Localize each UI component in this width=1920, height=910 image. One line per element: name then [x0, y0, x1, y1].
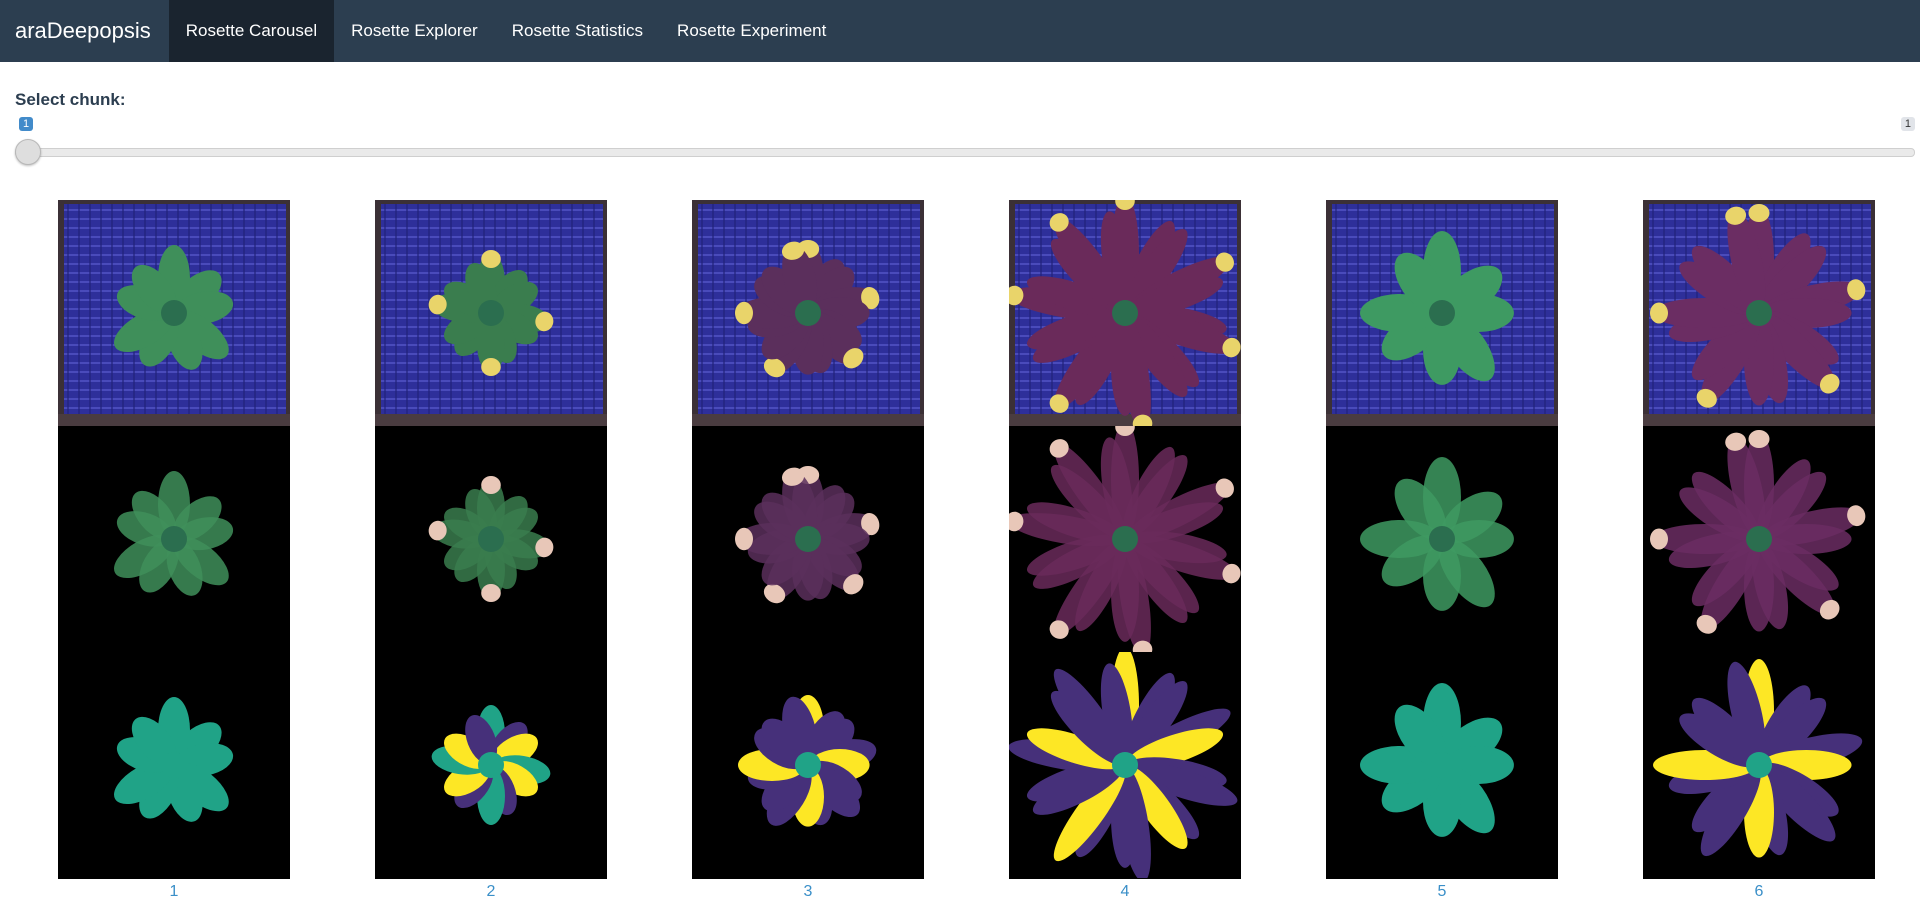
- tab-rosette-explorer[interactable]: Rosette Explorer: [334, 0, 495, 62]
- slider-track[interactable]: [15, 148, 1915, 157]
- rosette-photo: [1326, 200, 1558, 426]
- tab-rosette-carousel[interactable]: Rosette Carousel: [168, 0, 335, 62]
- mask-svg: [1009, 652, 1238, 878]
- photo-svg: [58, 200, 290, 426]
- photo-svg: [1009, 200, 1241, 426]
- carousel-item-label[interactable]: 2: [375, 883, 607, 901]
- carousel-item-label[interactable]: 3: [692, 883, 924, 901]
- rosette-segmented: [1643, 426, 1875, 652]
- mask-svg: [431, 705, 551, 825]
- slider-handle[interactable]: [15, 139, 41, 165]
- tab-rosette-experiment[interactable]: Rosette Experiment: [660, 0, 843, 62]
- rosette-photo: [1009, 200, 1241, 426]
- rosette-photo: [692, 200, 924, 426]
- rosette-segmented: [375, 426, 607, 652]
- slider-max-value: 1: [1900, 117, 1915, 131]
- segmented-svg: [428, 476, 554, 602]
- segmented-svg: [1360, 457, 1514, 611]
- slider-current-value: 1: [19, 117, 34, 131]
- segmented-svg: [114, 471, 234, 596]
- photo-svg: [375, 200, 607, 426]
- rosette-image-stack[interactable]: [58, 200, 290, 879]
- mask-svg: [1653, 659, 1863, 858]
- segmented-svg: [1009, 426, 1241, 652]
- rosette-segmented: [692, 426, 924, 652]
- rosette-segmented: [1009, 426, 1241, 652]
- rosette-mask: [1009, 652, 1241, 878]
- rosette-segmented: [1326, 426, 1558, 652]
- mask-svg: [738, 695, 877, 827]
- rosette-image-stack[interactable]: [1643, 200, 1875, 879]
- carousel-item-label[interactable]: 4: [1009, 883, 1241, 901]
- rosette-image-stack[interactable]: [1009, 200, 1241, 879]
- chunk-slider-label: Select chunk:: [15, 90, 126, 109]
- rosette-image-stack[interactable]: [375, 200, 607, 879]
- carousel-item-1[interactable]: 1: [58, 200, 290, 901]
- segmented-svg: [735, 466, 880, 604]
- mask-svg: [114, 697, 234, 822]
- tab-rosette-statistics[interactable]: Rosette Statistics: [495, 0, 660, 62]
- rosette-mask: [1326, 652, 1558, 878]
- photo-svg: [1643, 200, 1875, 426]
- carousel-item-6[interactable]: 6: [1643, 200, 1875, 901]
- carousel-item-label[interactable]: 5: [1326, 883, 1558, 901]
- rosette-mask: [58, 652, 290, 878]
- chunk-slider[interactable]: 1 1: [15, 117, 1915, 167]
- photo-svg: [692, 200, 924, 426]
- rosette-mask: [692, 652, 924, 878]
- rosette-photo: [58, 200, 290, 426]
- carousel-item-4[interactable]: 4: [1009, 200, 1241, 901]
- rosette-image-stack[interactable]: [692, 200, 924, 879]
- top-navbar: araDeepopsis Rosette Carousel Rosette Ex…: [0, 0, 1920, 62]
- rosette-image-stack[interactable]: [1326, 200, 1558, 879]
- rosette-mask: [375, 652, 607, 878]
- carousel-item-label[interactable]: 6: [1643, 883, 1875, 901]
- rosette-mask: [1643, 652, 1875, 878]
- rosette-segmented: [58, 426, 290, 652]
- carousel-item-2[interactable]: 2: [375, 200, 607, 901]
- mask-svg: [1360, 683, 1514, 837]
- rosette-photo: [1643, 200, 1875, 426]
- rosette-carousel: 1 2 3 4 5 6: [0, 200, 1920, 910]
- segmented-svg: [1650, 430, 1866, 634]
- photo-svg: [1326, 200, 1558, 426]
- carousel-item-5[interactable]: 5: [1326, 200, 1558, 901]
- carousel-item-3[interactable]: 3: [692, 200, 924, 901]
- carousel-item-label[interactable]: 1: [58, 883, 290, 901]
- rosette-photo: [375, 200, 607, 426]
- app-brand[interactable]: araDeepopsis: [0, 0, 169, 62]
